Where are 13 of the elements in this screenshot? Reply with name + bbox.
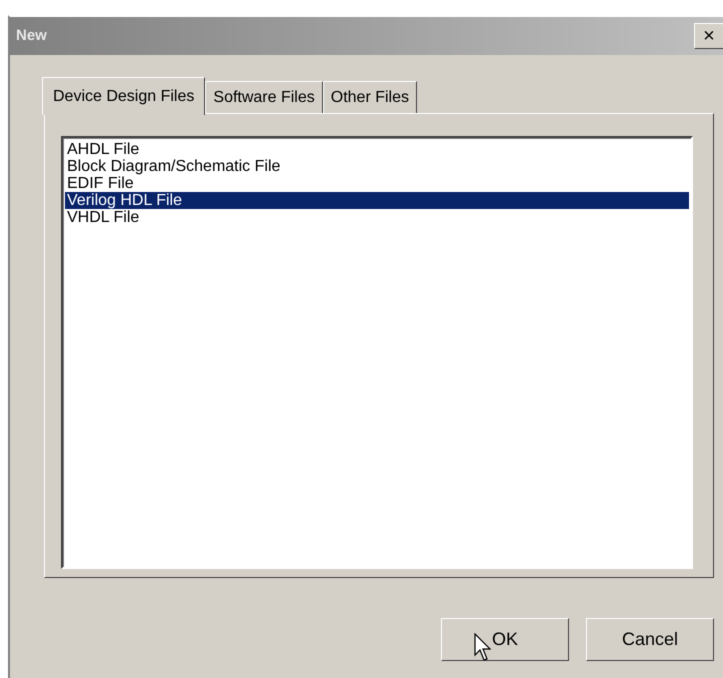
list-item[interactable]: AHDL File xyxy=(65,141,689,158)
mouse-cursor-icon xyxy=(474,633,492,661)
tab[interactable]: Other Files xyxy=(322,81,418,113)
list-item[interactable]: VHDL File xyxy=(65,209,689,226)
cancel-button[interactable]: Cancel xyxy=(586,618,714,661)
close-button[interactable]: × xyxy=(694,23,723,49)
list-item[interactable]: Verilog HDL File xyxy=(65,192,689,209)
ok-button[interactable]: OK xyxy=(441,618,569,661)
list-item[interactable]: Block Diagram/Schematic File xyxy=(65,158,689,175)
list-item[interactable]: EDIF File xyxy=(65,175,689,192)
tab[interactable]: Software Files xyxy=(205,81,323,113)
window-title: New xyxy=(16,26,47,46)
tab[interactable]: Device Design Files xyxy=(42,77,206,115)
